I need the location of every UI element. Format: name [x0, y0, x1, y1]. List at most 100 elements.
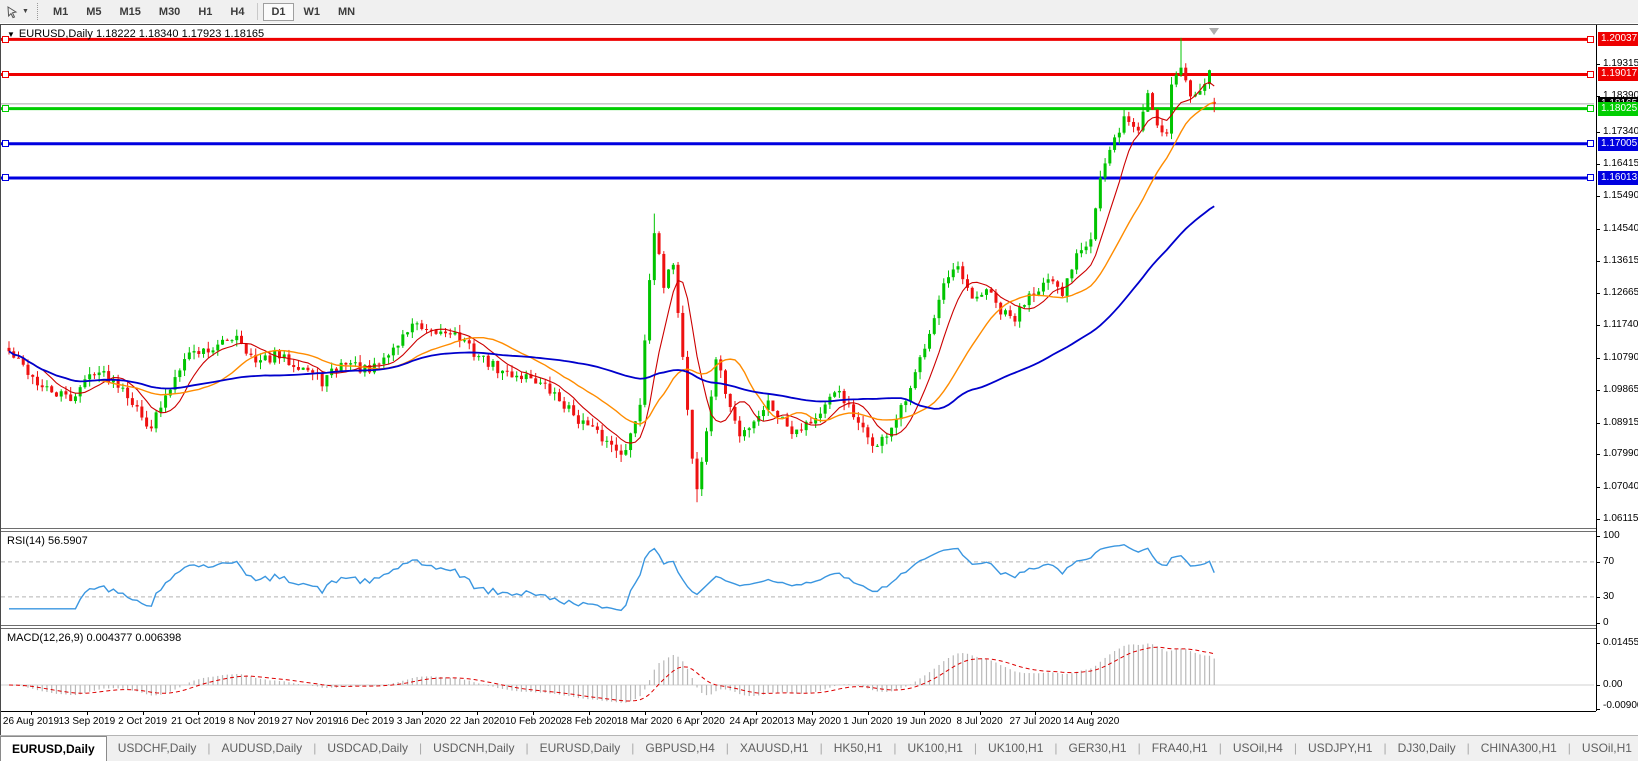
price-level-label: 1.16013 [1598, 171, 1638, 185]
date-tick-mark [477, 711, 478, 715]
tab-gbpusd-h4[interactable]: GBPUSD,H4 [634, 736, 725, 761]
level-handle-left[interactable] [2, 36, 9, 43]
tab-hk50-h1[interactable]: HK50,H1 [823, 736, 894, 761]
macd-tick-label: 0.014556 [1603, 637, 1638, 649]
chart-area[interactable]: ▼EURUSD,Daily 1.18222 1.18340 1.17923 1.… [0, 24, 1638, 735]
date-tick-mark [366, 711, 367, 715]
price-tick-mark [1596, 229, 1600, 230]
timeframe-button-m30[interactable]: M30 [151, 3, 188, 21]
rsi-tick-label: 0 [1603, 617, 1638, 629]
price-tick-label: 1.08915 [1603, 417, 1638, 429]
tab-usdchf-daily[interactable]: USDCHF,Daily [107, 736, 208, 761]
rsi-tick-mark [1596, 597, 1600, 598]
price-tick-label: 1.16415 [1603, 158, 1638, 170]
date-tick-mark [1035, 711, 1036, 715]
date-label: 10 Feb 2020 [505, 716, 561, 727]
date-tick-mark [31, 711, 32, 715]
date-label: 21 Oct 2019 [171, 716, 225, 727]
date-tick-mark [198, 711, 199, 715]
timeframe-button-m5[interactable]: M5 [78, 3, 109, 21]
tab-fra40-h1[interactable]: FRA40,H1 [1141, 736, 1219, 761]
price-tick-mark [1596, 164, 1600, 165]
level-handle-right[interactable] [1587, 36, 1594, 43]
tab-usdjpy-h1[interactable]: USDJPY,H1 [1297, 736, 1383, 761]
tab-dj30-daily[interactable]: DJ30,Daily [1387, 736, 1467, 761]
price-tick-mark [1596, 261, 1600, 262]
timeframe-button-h4[interactable]: H4 [222, 3, 252, 21]
rsi-panel[interactable] [1, 532, 1596, 625]
timeframe-button-m15[interactable]: M15 [112, 3, 149, 21]
tab-uk100-h1[interactable]: UK100,H1 [977, 736, 1054, 761]
rsi-tick-mark [1596, 562, 1600, 563]
date-tick-mark [924, 711, 925, 715]
rsi-tick-label: 70 [1603, 556, 1638, 568]
chart-cursor-icon [6, 5, 20, 19]
date-label: 13 Sep 2019 [58, 716, 115, 727]
price-level-label: 1.17005 [1598, 137, 1638, 151]
panel-divider[interactable] [1, 531, 1596, 532]
level-handle-left[interactable] [2, 174, 9, 181]
tab-china300-h1[interactable]: CHINA300,H1 [1470, 736, 1568, 761]
tab-usoil-h1[interactable]: USOil,H1 [1571, 736, 1638, 761]
timeframe-button-w1[interactable]: W1 [296, 3, 329, 21]
price-tick-label: 1.07990 [1603, 448, 1638, 460]
timeframe-button-mn[interactable]: MN [330, 3, 363, 21]
date-label: 28 Feb 2020 [561, 716, 617, 727]
price-tick-mark [1596, 64, 1600, 65]
date-label: 16 Dec 2019 [337, 716, 394, 727]
price-tick-mark [1596, 454, 1600, 455]
timeframe-button-h1[interactable]: H1 [190, 3, 220, 21]
price-tick-mark [1596, 390, 1600, 391]
price-axis-line [1596, 25, 1597, 711]
macd-histogram [9, 644, 1214, 703]
main-chart[interactable] [1, 25, 1596, 528]
price-tick-label: 1.12665 [1603, 287, 1638, 299]
panel-divider[interactable] [1, 528, 1596, 529]
level-handle-left[interactable] [2, 140, 9, 147]
tab-xauusd-h1[interactable]: XAUUSD,H1 [729, 736, 820, 761]
chart-shift-marker-icon[interactable] [1209, 28, 1219, 35]
date-tick-mark [422, 711, 423, 715]
level-handle-left[interactable] [2, 71, 9, 78]
level-handle-right[interactable] [1587, 71, 1594, 78]
cursor-tool-button[interactable]: ▼ [0, 0, 33, 23]
macd-panel[interactable] [1, 629, 1596, 711]
macd-tick-label: -0.009001 [1603, 700, 1638, 712]
price-tick-label: 1.07040 [1603, 481, 1638, 493]
timeframe-button-d1[interactable]: D1 [263, 3, 293, 21]
date-label: 3 Jan 2020 [397, 716, 447, 727]
tab-ger30-h1[interactable]: GER30,H1 [1058, 736, 1138, 761]
level-handle-right[interactable] [1587, 140, 1594, 147]
price-tick-mark [1596, 196, 1600, 197]
macd-tick-mark [1596, 709, 1600, 710]
price-tick-label: 1.06115 [1603, 513, 1638, 525]
panel-divider[interactable] [1, 628, 1596, 629]
tab-usdcnh-daily[interactable]: USDCNH,Daily [422, 736, 525, 761]
rsi-line [9, 545, 1214, 611]
panel-divider[interactable] [1, 625, 1596, 626]
tab-usdcad-daily[interactable]: USDCAD,Daily [316, 736, 419, 761]
price-tick-mark [1596, 487, 1600, 488]
date-label: 8 Jul 2020 [957, 716, 1003, 727]
tab-usoil-h4[interactable]: USOil,H4 [1222, 736, 1294, 761]
tab-eurusd-daily[interactable]: EURUSD,Daily [0, 736, 107, 761]
price-level-label: 1.20037 [1598, 32, 1638, 46]
price-tick-mark [1596, 519, 1600, 520]
level-handle-left[interactable] [2, 105, 9, 112]
price-tick-mark [1596, 325, 1600, 326]
rsi-tick-label: 30 [1603, 591, 1638, 603]
price-tick-label: 1.13615 [1603, 255, 1638, 267]
tab-audusd-daily[interactable]: AUDUSD,Daily [211, 736, 314, 761]
tab-eurusd-daily[interactable]: EURUSD,Daily [529, 736, 632, 761]
timeframe-button-m1[interactable]: M1 [45, 3, 76, 21]
price-tick-mark [1596, 132, 1600, 133]
level-handle-right[interactable] [1587, 105, 1594, 112]
toolbar-separator [37, 3, 38, 20]
level-lines-layer[interactable] [1, 39, 1594, 178]
price-tick-mark [1596, 423, 1600, 424]
date-label: 19 Jun 2020 [896, 716, 951, 727]
chevron-down-icon[interactable]: ▼ [22, 8, 29, 15]
tab-uk100-h1[interactable]: UK100,H1 [897, 736, 974, 761]
price-tick-label: 1.15490 [1603, 190, 1638, 202]
level-handle-right[interactable] [1587, 174, 1594, 181]
